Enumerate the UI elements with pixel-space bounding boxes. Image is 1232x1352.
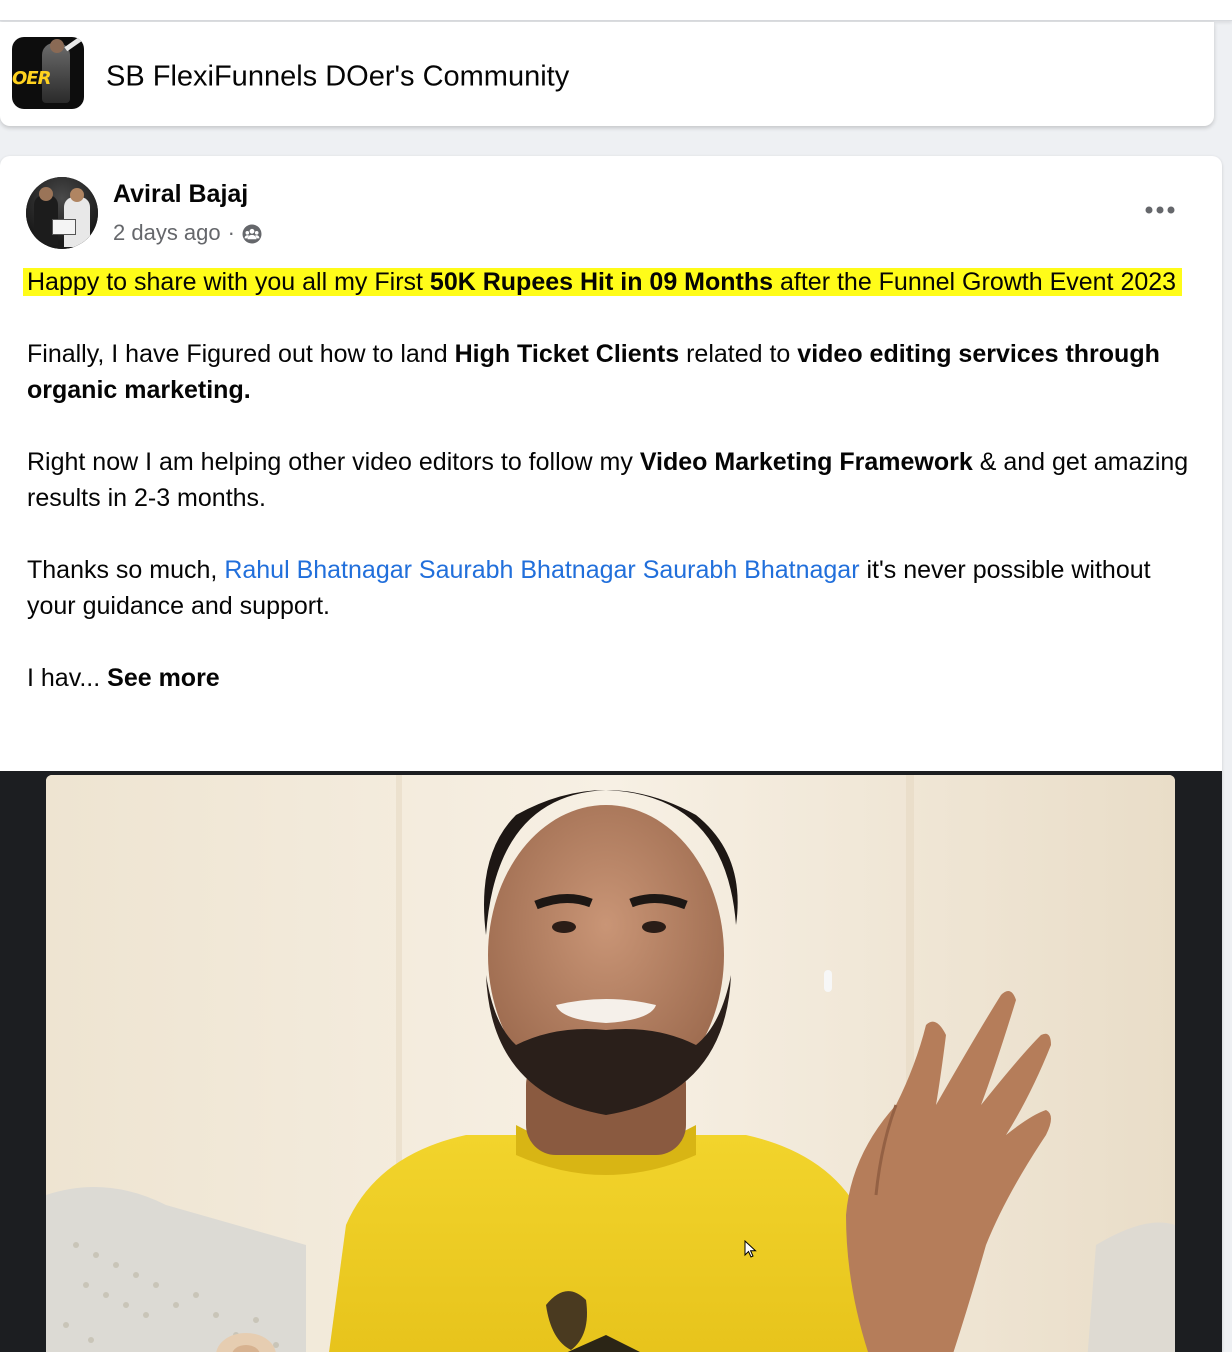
see-more-link[interactable]: See more <box>107 664 220 692</box>
post-paragraph-2: Finally, I have Figured out how to land … <box>27 336 1202 408</box>
privacy-icon-svg <box>242 224 262 244</box>
p4-text-1: Thanks so much, <box>27 556 225 584</box>
post-body: Happy to share with you all my First 50K… <box>23 264 1202 732</box>
p1-bold-1: 50K Rupees Hit in 09 Months <box>429 268 774 296</box>
post-card: Aviral Bajaj 2 days ago · Happy to share… <box>0 156 1222 1352</box>
author-avatar[interactable] <box>26 177 98 249</box>
post-meta: 2 days ago · <box>113 220 262 246</box>
highlighted-text: Happy to share with you all my First 50K… <box>23 268 1183 296</box>
group-header: OER SB FlexiFunnels DOer's Community <box>0 22 1214 126</box>
group-avatar-logo-text: OER <box>12 68 51 89</box>
mouse-pointer-icon <box>744 1240 757 1258</box>
video-area <box>0 771 1222 1352</box>
p2-text-2: related to <box>679 340 798 368</box>
post-paragraph-5: I hav... See more <box>27 660 1202 696</box>
p3-bold-1: Video Marketing Framework <box>639 448 973 476</box>
p1-text-2: after the Funnel Growth Event 2023 <box>773 268 1177 296</box>
top-strip <box>0 0 1232 21</box>
truncated-text: I hav... <box>27 664 108 692</box>
avatar-head-left <box>39 187 53 201</box>
video-frame-image <box>46 775 1175 1352</box>
mention-link[interactable]: Saurabh Bhatnagar <box>419 556 636 584</box>
members-privacy-icon[interactable] <box>242 220 262 246</box>
group-avatar-arm <box>64 37 84 52</box>
post-more-button[interactable] <box>1136 194 1184 226</box>
post-paragraph-4: Thanks so much, Rahul Bhatnagar Saurabh … <box>27 552 1202 624</box>
meta-separator: · <box>227 220 235 245</box>
p1-text-1: Happy to share with you all my First <box>27 268 430 296</box>
group-name[interactable]: SB FlexiFunnels DOer's Community <box>106 61 569 94</box>
p2-bold-1: High Ticket Clients <box>454 340 680 368</box>
avatar-head-right <box>70 188 84 202</box>
mention-link[interactable]: Rahul Bhatnagar <box>224 556 412 584</box>
avatar-certificate <box>52 219 76 235</box>
more-horizontal-icon <box>1145 206 1175 214</box>
p2-text-1: Finally, I have Figured out how to land <box>27 340 455 368</box>
group-avatar[interactable]: OER <box>12 37 84 109</box>
author-name[interactable]: Aviral Bajaj <box>113 180 248 209</box>
video-player[interactable] <box>46 775 1175 1352</box>
post-paragraph-3: Right now I am helping other video edito… <box>27 444 1202 516</box>
mention-link[interactable]: Saurabh Bhatnagar <box>643 556 860 584</box>
group-avatar-head <box>50 39 64 53</box>
p3-text-1: Right now I am helping other video edito… <box>27 448 640 476</box>
post-timestamp[interactable]: 2 days ago <box>113 220 221 246</box>
post-paragraph-1: Happy to share with you all my First 50K… <box>23 264 1202 300</box>
